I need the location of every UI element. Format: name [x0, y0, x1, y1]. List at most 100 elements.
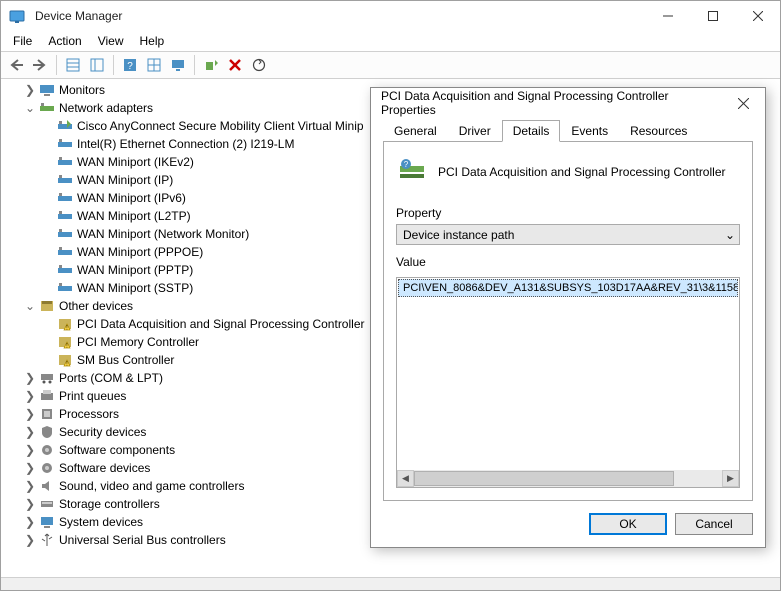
- device-icon: ?: [396, 156, 428, 188]
- network-adapter-icon: [57, 190, 73, 206]
- app-icon: [9, 8, 25, 24]
- delete-icon[interactable]: [224, 54, 246, 76]
- chevron-right-icon[interactable]: ❯: [23, 515, 37, 529]
- toolbar: ?: [1, 51, 780, 79]
- scroll-right-icon[interactable]: ▶: [722, 470, 739, 487]
- statusbar: [1, 578, 780, 590]
- other-devices-icon: [39, 298, 55, 314]
- window-title: Device Manager: [35, 9, 122, 23]
- dialog-panel: ? PCI Data Acquisition and Signal Proces…: [383, 141, 753, 501]
- install-icon[interactable]: [200, 54, 222, 76]
- scan-hardware-icon[interactable]: [248, 54, 270, 76]
- menu-file[interactable]: File: [7, 33, 38, 49]
- close-button[interactable]: [735, 1, 780, 31]
- details-view-icon[interactable]: [62, 54, 84, 76]
- unknown-device-warning-icon: !: [57, 352, 73, 368]
- tab-driver[interactable]: Driver: [448, 120, 502, 142]
- network-adapter-icon: [39, 100, 55, 116]
- printer-icon: [39, 388, 55, 404]
- tab-details[interactable]: Details: [502, 120, 561, 142]
- tree-item-label: Cisco AnyConnect Secure Mobility Client …: [77, 119, 364, 133]
- network-adapter-icon: [57, 244, 73, 260]
- chevron-right-icon[interactable]: ❯: [23, 461, 37, 475]
- chevron-right-icon[interactable]: ❯: [23, 83, 37, 97]
- monitor-icon[interactable]: [167, 54, 189, 76]
- menu-action[interactable]: Action: [42, 33, 87, 49]
- security-icon: [39, 424, 55, 440]
- horizontal-scrollbar[interactable]: ◀ ▶: [397, 470, 739, 487]
- computer-icon: [39, 514, 55, 530]
- forward-button[interactable]: [29, 54, 51, 76]
- tree-item-label: WAN Miniport (IKEv2): [77, 155, 194, 169]
- tree-item-label: WAN Miniport (IP): [77, 173, 173, 187]
- menubar: File Action View Help: [1, 31, 780, 51]
- cpu-icon: [39, 406, 55, 422]
- tree-item-label: WAN Miniport (L2TP): [77, 209, 191, 223]
- menu-view[interactable]: View: [92, 33, 130, 49]
- chevron-right-icon[interactable]: ❯: [23, 497, 37, 511]
- svg-text:?: ?: [404, 160, 409, 169]
- storage-icon: [39, 496, 55, 512]
- chevron-right-icon[interactable]: ❯: [23, 389, 37, 403]
- minimize-button[interactable]: [645, 1, 690, 31]
- help-icon[interactable]: ?: [119, 54, 141, 76]
- chevron-down-icon[interactable]: ⌄: [23, 101, 37, 115]
- network-adapter-icon: [57, 226, 73, 242]
- tree-item-label: WAN Miniport (IPv6): [77, 191, 186, 205]
- tree-item-label: WAN Miniport (Network Monitor): [77, 227, 249, 241]
- chevron-right-icon[interactable]: ❯: [23, 407, 37, 421]
- properties-dialog: PCI Data Acquisition and Signal Processi…: [370, 87, 766, 548]
- dialog-titlebar: PCI Data Acquisition and Signal Processi…: [371, 88, 765, 118]
- tree-item-label: WAN Miniport (PPPOE): [77, 245, 203, 259]
- unknown-device-warning-icon: !: [57, 334, 73, 350]
- usb-icon: [39, 532, 55, 548]
- ok-button[interactable]: OK: [589, 513, 667, 535]
- tree-item-label: PCI Data Acquisition and Signal Processi…: [77, 317, 364, 331]
- dialog-close-button[interactable]: [722, 88, 765, 118]
- list-view-icon[interactable]: [86, 54, 108, 76]
- tab-events[interactable]: Events: [560, 120, 619, 142]
- maximize-button[interactable]: [690, 1, 735, 31]
- menu-help[interactable]: Help: [134, 33, 171, 49]
- network-adapter-icon: [57, 280, 73, 296]
- chevron-down-icon[interactable]: ⌄: [23, 299, 37, 313]
- scroll-thumb[interactable]: [414, 471, 674, 486]
- chevron-right-icon[interactable]: ❯: [23, 443, 37, 457]
- tree-item-label: Intel(R) Ethernet Connection (2) I219-LM: [77, 137, 294, 151]
- network-adapter-icon: [57, 172, 73, 188]
- network-adapter-icon: [57, 154, 73, 170]
- ports-icon: [39, 370, 55, 386]
- titlebar: Device Manager: [1, 1, 780, 31]
- tree-item-label: SM Bus Controller: [77, 353, 174, 367]
- value-item[interactable]: PCI\VEN_8086&DEV_A131&SUBSYS_103D17AA&RE…: [398, 279, 738, 297]
- dialog-title: PCI Data Acquisition and Signal Processi…: [381, 89, 722, 117]
- gear-icon: [39, 460, 55, 476]
- cancel-button[interactable]: Cancel: [675, 513, 753, 535]
- network-adapter-icon: [57, 118, 73, 134]
- network-adapter-icon: [57, 136, 73, 152]
- dialog-tabs: General Driver Details Events Resources: [371, 118, 765, 142]
- chevron-down-icon: ⌄: [725, 228, 735, 242]
- value-listbox[interactable]: PCI\VEN_8086&DEV_A131&SUBSYS_103D17AA&RE…: [396, 277, 740, 488]
- chevron-right-icon[interactable]: ❯: [23, 425, 37, 439]
- svg-text:?: ?: [127, 61, 133, 72]
- tab-general[interactable]: General: [383, 120, 448, 142]
- monitor-icon: [39, 82, 55, 98]
- gear-icon: [39, 442, 55, 458]
- value-label: Value: [396, 255, 740, 269]
- speaker-icon: [39, 478, 55, 494]
- chevron-right-icon[interactable]: ❯: [23, 479, 37, 493]
- scroll-left-icon[interactable]: ◀: [397, 470, 414, 487]
- chevron-right-icon[interactable]: ❯: [23, 371, 37, 385]
- device-name: PCI Data Acquisition and Signal Processi…: [438, 165, 725, 179]
- property-select[interactable]: Device instance path ⌄: [396, 224, 740, 245]
- tree-item-label: WAN Miniport (PPTP): [77, 263, 193, 277]
- tiles-view-icon[interactable]: [143, 54, 165, 76]
- tree-item-label: WAN Miniport (SSTP): [77, 281, 193, 295]
- unknown-device-warning-icon: !: [57, 316, 73, 332]
- network-adapter-icon: [57, 262, 73, 278]
- property-label: Property: [396, 206, 740, 220]
- chevron-right-icon[interactable]: ❯: [23, 533, 37, 547]
- tab-resources[interactable]: Resources: [619, 120, 698, 142]
- back-button[interactable]: [5, 54, 27, 76]
